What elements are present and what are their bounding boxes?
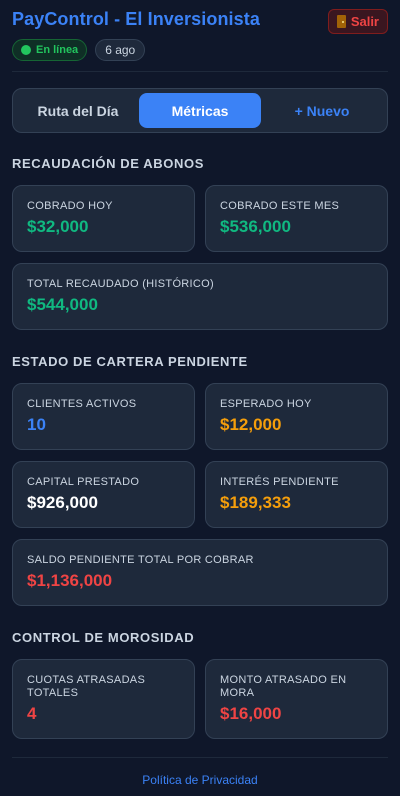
card-label: SALDO PENDIENTE TOTAL POR COBRAR	[27, 554, 254, 566]
card-value: $189,333	[220, 493, 291, 512]
card-value: $16,000	[220, 704, 282, 723]
card-total-recaudado: TOTAL RECAUDADO (HISTÓRICO) $544,000	[12, 263, 388, 330]
card-cobrado-hoy: COBRADO HOY $32,000	[12, 185, 195, 252]
card-label: MONTO ATRASADO EN MORA	[220, 674, 347, 699]
card-value: $32,000	[27, 217, 89, 236]
header: PayControl - El Inversionista Salir En l…	[12, 0, 388, 72]
card-value: $926,000	[27, 493, 98, 512]
door-icon	[336, 15, 346, 28]
card-interes-pendiente: INTERÉS PENDIENTE $189,333	[205, 461, 388, 528]
section-title-recaudacion: RECAUDACIÓN DE ABONOS	[12, 156, 204, 171]
app-root: PayControl - El Inversionista Salir En l…	[0, 0, 400, 796]
card-value: 4	[27, 704, 37, 723]
card-label: COBRADO ESTE MES	[220, 200, 340, 212]
card-value: $12,000	[220, 415, 282, 434]
card-monto-atrasado: MONTO ATRASADO EN MORA $16,000	[205, 659, 388, 739]
footer-divider	[12, 757, 388, 758]
tab-bar: Ruta del Día Métricas + Nuevo	[12, 88, 388, 133]
card-cobrado-mes: COBRADO ESTE MES $536,000	[205, 185, 388, 252]
logout-button[interactable]: Salir	[327, 9, 388, 34]
card-label: TOTAL RECAUDADO (HISTÓRICO)	[27, 278, 214, 290]
status-badges: En línea 6 ago	[12, 39, 146, 61]
card-label: INTERÉS PENDIENTE	[220, 476, 339, 488]
card-clientes-activos: CLIENTES ACTIVOS 10	[12, 383, 195, 450]
card-capital-prestado: CAPITAL PRESTADO $926,000	[12, 461, 195, 528]
privacy-policy-link[interactable]: Política de Privacidad	[0, 773, 400, 787]
card-label: CAPITAL PRESTADO	[27, 476, 140, 488]
card-value: $536,000	[220, 217, 291, 236]
online-status-badge: En línea	[12, 39, 88, 61]
card-value: $544,000	[27, 295, 98, 314]
card-saldo-pendiente: SALDO PENDIENTE TOTAL POR COBRAR $1,136,…	[12, 539, 388, 606]
section-title-cartera: ESTADO DE CARTERA PENDIENTE	[12, 354, 248, 369]
card-esperado-hoy: ESPERADO HOY $12,000	[205, 383, 388, 450]
section-title-morosidad: CONTROL DE MOROSIDAD	[12, 630, 195, 645]
card-label: CUOTAS ATRASADAS TOTALES	[27, 674, 146, 699]
card-cuotas-atrasadas: CUOTAS ATRASADAS TOTALES 4	[12, 659, 195, 739]
page-title: PayControl - El Inversionista	[12, 9, 260, 29]
tab-metricas[interactable]: Métricas	[139, 93, 261, 128]
tab-ruta-del-dia[interactable]: Ruta del Día	[17, 93, 139, 128]
tab-nuevo[interactable]: + Nuevo	[261, 93, 383, 128]
online-status-label: En línea	[36, 44, 79, 56]
card-label: CLIENTES ACTIVOS	[27, 398, 137, 410]
card-label: COBRADO HOY	[27, 200, 113, 212]
card-value: 10	[27, 415, 46, 434]
card-value: $1,136,000	[27, 571, 113, 590]
card-label: ESPERADO HOY	[220, 398, 312, 410]
date-badge: 6 ago	[95, 39, 146, 61]
green-circle-icon	[21, 45, 31, 55]
logout-label: Salir	[350, 14, 379, 29]
